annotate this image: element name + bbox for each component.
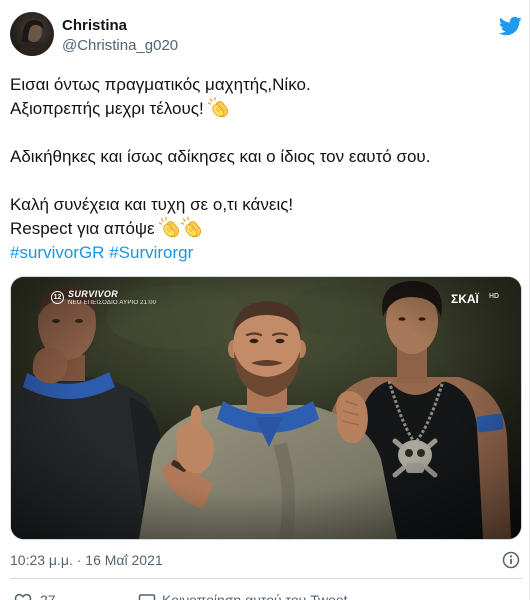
twitter-bird-icon[interactable] — [498, 14, 522, 38]
share-tweet-button[interactable]: Κοινοποίηση αυτού του Tweet — [162, 590, 348, 600]
rating-badge: 12 — [51, 291, 64, 304]
tweet-timestamp[interactable]: 10:23 μ.μ. · 16 Μαΐ 2021 — [10, 551, 163, 569]
tweet-paragraph: Αδικήθηκες και ίσως αδίκησες και ο ίδιος… — [10, 145, 522, 169]
tweet-line: Αδικήθηκες και ίσως αδίκησες και ο ίδιος… — [10, 145, 522, 169]
video-still-image — [11, 277, 521, 539]
tweet-line-text: Αξιοπρεπής μεχρι τέλους! — [10, 99, 204, 118]
hashtag-link[interactable]: #survivorGR — [10, 243, 104, 262]
embed-border — [529, 0, 530, 600]
channel-logo: ΣΚΑΪ — [451, 292, 479, 306]
tweet-actions: 27 Κοινοποίηση αυτού του Tweet — [10, 590, 522, 600]
tweet-line: Respect για απόψε — [10, 217, 522, 241]
show-promo: ΝΕΟ ΕΠΕΙΣΟΔΙΟ ΑΥΡΙΟ 21:00 — [68, 300, 157, 306]
show-logo: SURVIVOR — [68, 289, 119, 299]
hashtag-line: #survivorGR #Survirorgr — [10, 241, 522, 265]
tweet-line: Εισαι όντως πραγματικός μαχητής,Νίκο. — [10, 73, 522, 97]
footer-divider — [10, 578, 522, 579]
tweet-paragraph: Εισαι όντως πραγματικός μαχητής,Νίκο. Αξ… — [10, 73, 522, 121]
tweet-line: Αξιοπρεπής μεχρι τέλους! — [10, 97, 522, 121]
author-handle[interactable]: @Christina_g020 — [62, 37, 178, 55]
tweet-line-text: Καλή συνέχεια και τυχη σε ο,τι κάνεις! — [10, 195, 294, 214]
clapping-hands-icon — [158, 217, 180, 238]
tweet-line-text: Αδικήθηκες και ίσως αδίκησες και ο ίδιος… — [10, 147, 431, 166]
author-name[interactable]: Christina — [62, 17, 127, 35]
tweet-line: Καλή συνέχεια και τυχη σε ο,τι κάνεις! — [10, 193, 522, 217]
tweet-line-text: Respect για απόψε — [10, 219, 155, 238]
tweet-media[interactable]: 12 SURVIVOR ΝΕΟ ΕΠΕΙΣΟΔΙΟ ΑΥΡΙΟ 21:00 ΣΚ… — [10, 276, 522, 540]
profile-photo — [10, 12, 54, 56]
emoji-group — [207, 97, 230, 121]
channel-hd-badge: HD — [489, 293, 500, 300]
clapping-hands-icon — [207, 97, 229, 118]
heart-icon[interactable] — [14, 592, 32, 600]
avatar[interactable] — [10, 12, 54, 56]
info-icon[interactable] — [502, 551, 520, 569]
speech-bubble-icon[interactable] — [138, 592, 156, 600]
clapping-hands-icon — [180, 217, 202, 238]
like-count[interactable]: 27 — [40, 590, 56, 600]
emoji-group — [158, 217, 203, 241]
hashtag-link[interactable]: #Survirorgr — [109, 243, 193, 262]
scene-vignette — [11, 277, 521, 539]
tweet-paragraph: Καλή συνέχεια και τυχη σε ο,τι κάνεις! R… — [10, 193, 522, 265]
tweet-text: Εισαι όντως πραγματικός μαχητής,Νίκο. Αξ… — [10, 73, 522, 265]
tweet-line-text: Εισαι όντως πραγματικός μαχητής,Νίκο. — [10, 75, 311, 94]
